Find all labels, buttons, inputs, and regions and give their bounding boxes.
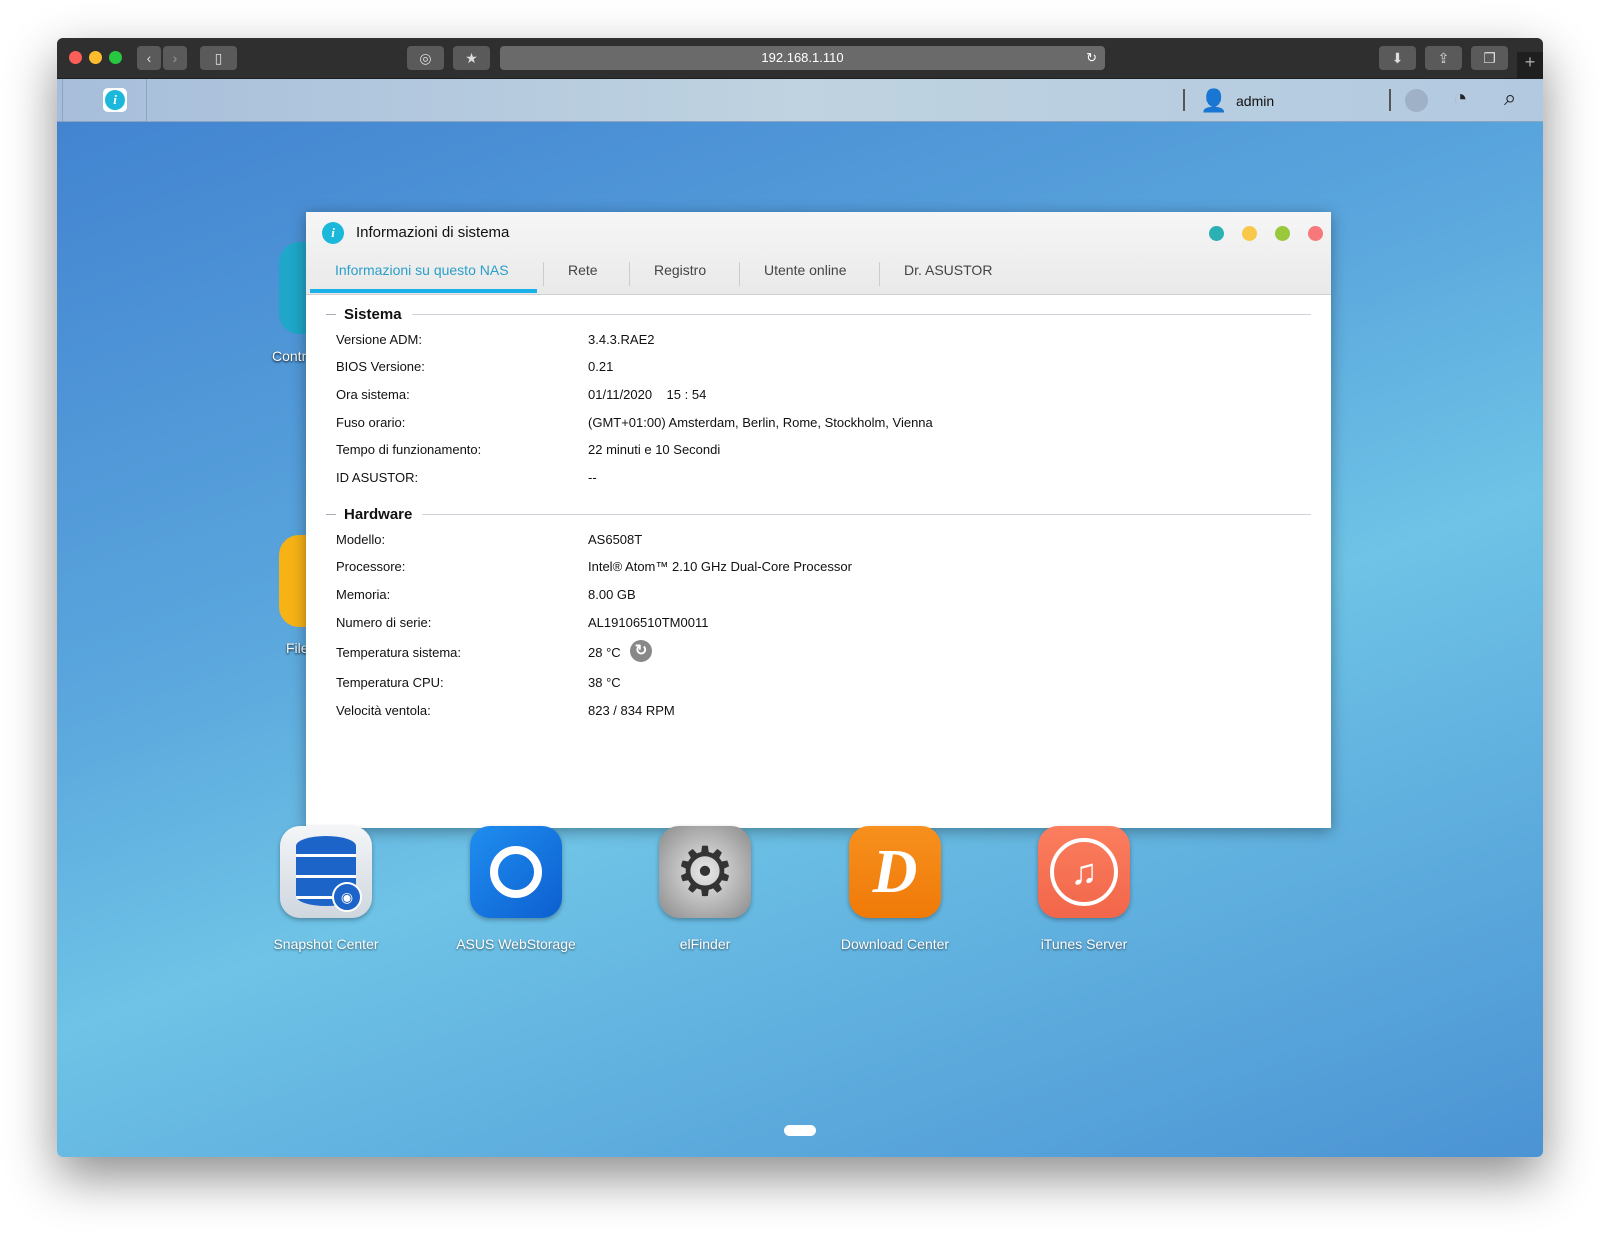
itunes-server-icon: ♫ [1038, 826, 1130, 918]
tab-online-users[interactable]: Utente online [764, 262, 847, 278]
value-memory: 8.00 GB [588, 587, 636, 602]
value-adm-version: 3.4.3.RAE2 [588, 332, 655, 347]
tab-about-nas[interactable]: Informazioni su questo NAS [335, 262, 509, 278]
zoom-window-button[interactable] [109, 51, 122, 64]
label-processor: Processore: [336, 559, 406, 574]
app-label: iTunes Server [1040, 936, 1128, 952]
value-system-time: 01/11/2020 15 : 54 [588, 387, 707, 402]
app-label: ASUS WebStorage [456, 936, 576, 952]
section-title: Hardware [344, 506, 413, 523]
label-fan-speed: Velocità ventola: [336, 703, 431, 718]
tabs-icon[interactable]: ❐ [1471, 46, 1508, 70]
page-indicator[interactable] [784, 1125, 816, 1136]
label-asustor-id: ID ASUSTOR: [336, 470, 419, 485]
app-snapshot-center[interactable]: ◉ Snapshot Center [231, 826, 421, 952]
app-label: elFinder [679, 936, 731, 952]
minimize-dialog-button[interactable] [1242, 226, 1257, 241]
active-tab-indicator [310, 289, 537, 293]
section-system: Sistema [326, 306, 1311, 323]
section-title: Sistema [344, 306, 402, 323]
value-processor: Intel® Atom™ 2.10 GHz Dual-Core Processo… [588, 559, 852, 574]
value-serial-number: AL19106510TM0011 [588, 615, 709, 630]
notification-bell-icon[interactable] [1405, 89, 1428, 112]
label-model: Modello: [336, 532, 386, 547]
close-window-button[interactable] [69, 51, 82, 64]
section-hardware: Hardware [326, 506, 1311, 523]
help-button[interactable] [1209, 226, 1224, 241]
app-asus-webstorage[interactable]: ASUS WebStorage [421, 826, 611, 952]
bookmark-icon[interactable]: ★ [453, 46, 490, 70]
value-fan-speed: 823 / 834 RPM [588, 703, 675, 718]
app-itunes-server[interactable]: ♫ iTunes Server [989, 826, 1179, 952]
dialog-header: i Informazioni di sistema Informazioni s… [306, 212, 1331, 295]
value-bios-version: 0.21 [588, 359, 614, 374]
close-dialog-button[interactable] [1308, 226, 1323, 241]
dashboard-icon[interactable]: ◔ [1453, 85, 1468, 113]
value-asustor-id: -- [588, 470, 597, 485]
share-icon[interactable]: ⇪ [1425, 46, 1462, 70]
label-system-time: Ora sistema: [336, 387, 410, 402]
adm-taskbar: i 👤 admin ◔ ⌕ [57, 79, 1543, 122]
sidebar-icon[interactable]: ▯ [200, 46, 237, 70]
search-icon[interactable]: ⌕ [1504, 85, 1516, 111]
app-label: Contr [272, 348, 307, 364]
address-bar[interactable]: 192.168.1.110 ↻ [500, 46, 1105, 70]
label-memory: Memoria: [336, 587, 391, 602]
back-button[interactable]: ‹ [137, 46, 161, 70]
system-info-dialog: i Informazioni di sistema Informazioni s… [306, 212, 1331, 828]
minimize-window-button[interactable] [89, 51, 102, 64]
browser-titlebar: ‹ › ▯ ◎ ★ 192.168.1.110 ↻ ⬇ ⇪ ❐ + [57, 38, 1543, 79]
tab-network[interactable]: Rete [568, 262, 598, 278]
value-system-temperature: 28 °C [588, 645, 621, 660]
forward-button[interactable]: › [163, 46, 187, 70]
value-model: AS6508T [588, 532, 643, 547]
info-icon: i [322, 222, 344, 244]
new-tab-button[interactable]: + [1517, 52, 1543, 79]
reload-icon[interactable]: ↻ [1086, 46, 1097, 70]
app-elfinder[interactable]: ⚙ elFinder [610, 826, 800, 952]
asus-webstorage-icon [470, 826, 562, 918]
info-app-icon: i [103, 88, 127, 112]
snapshot-center-icon: ◉ [280, 826, 372, 918]
label-bios-version: BIOS Versione: [336, 359, 425, 374]
tab-log[interactable]: Registro [654, 262, 706, 278]
browser-window: ‹ › ▯ ◎ ★ 192.168.1.110 ↻ ⬇ ⇪ ❐ + i 👤 adm… [57, 38, 1543, 1157]
elfinder-icon: ⚙ [659, 826, 751, 918]
taskbar-system-info[interactable]: i [87, 79, 147, 122]
maximize-dialog-button[interactable] [1275, 226, 1290, 241]
value-cpu-temperature: 38 °C [588, 675, 621, 690]
username[interactable]: admin [1236, 93, 1274, 109]
user-icon[interactable]: 👤 [1200, 88, 1227, 114]
refresh-temperature-icon[interactable]: ↻ [630, 640, 652, 662]
label-timezone: Fuso orario: [336, 415, 406, 430]
value-timezone: (GMT+01:00) Amsterdam, Berlin, Rome, Sto… [588, 415, 933, 430]
label-uptime: Tempo di funzionamento: [336, 442, 482, 457]
tab-dr-asustor[interactable]: Dr. ASUSTOR [904, 262, 992, 278]
url-text: 192.168.1.110 [761, 50, 844, 65]
download-center-icon: D [849, 826, 941, 918]
password-icon[interactable]: ◎ [407, 46, 444, 70]
label-system-temperature: Temperatura sistema: [336, 645, 461, 660]
label-serial-number: Numero di serie: [336, 615, 432, 630]
dialog-title: Informazioni di sistema [356, 224, 510, 241]
app-label: Download Center [840, 936, 950, 952]
app-download-center[interactable]: D Download Center [800, 826, 990, 952]
app-label: Snapshot Center [273, 936, 379, 952]
download-icon[interactable]: ⬇ [1379, 46, 1416, 70]
label-adm-version: Versione ADM: [336, 332, 422, 347]
label-cpu-temperature: Temperatura CPU: [336, 675, 444, 690]
value-uptime: 22 minuti e 10 Secondi [588, 442, 721, 457]
